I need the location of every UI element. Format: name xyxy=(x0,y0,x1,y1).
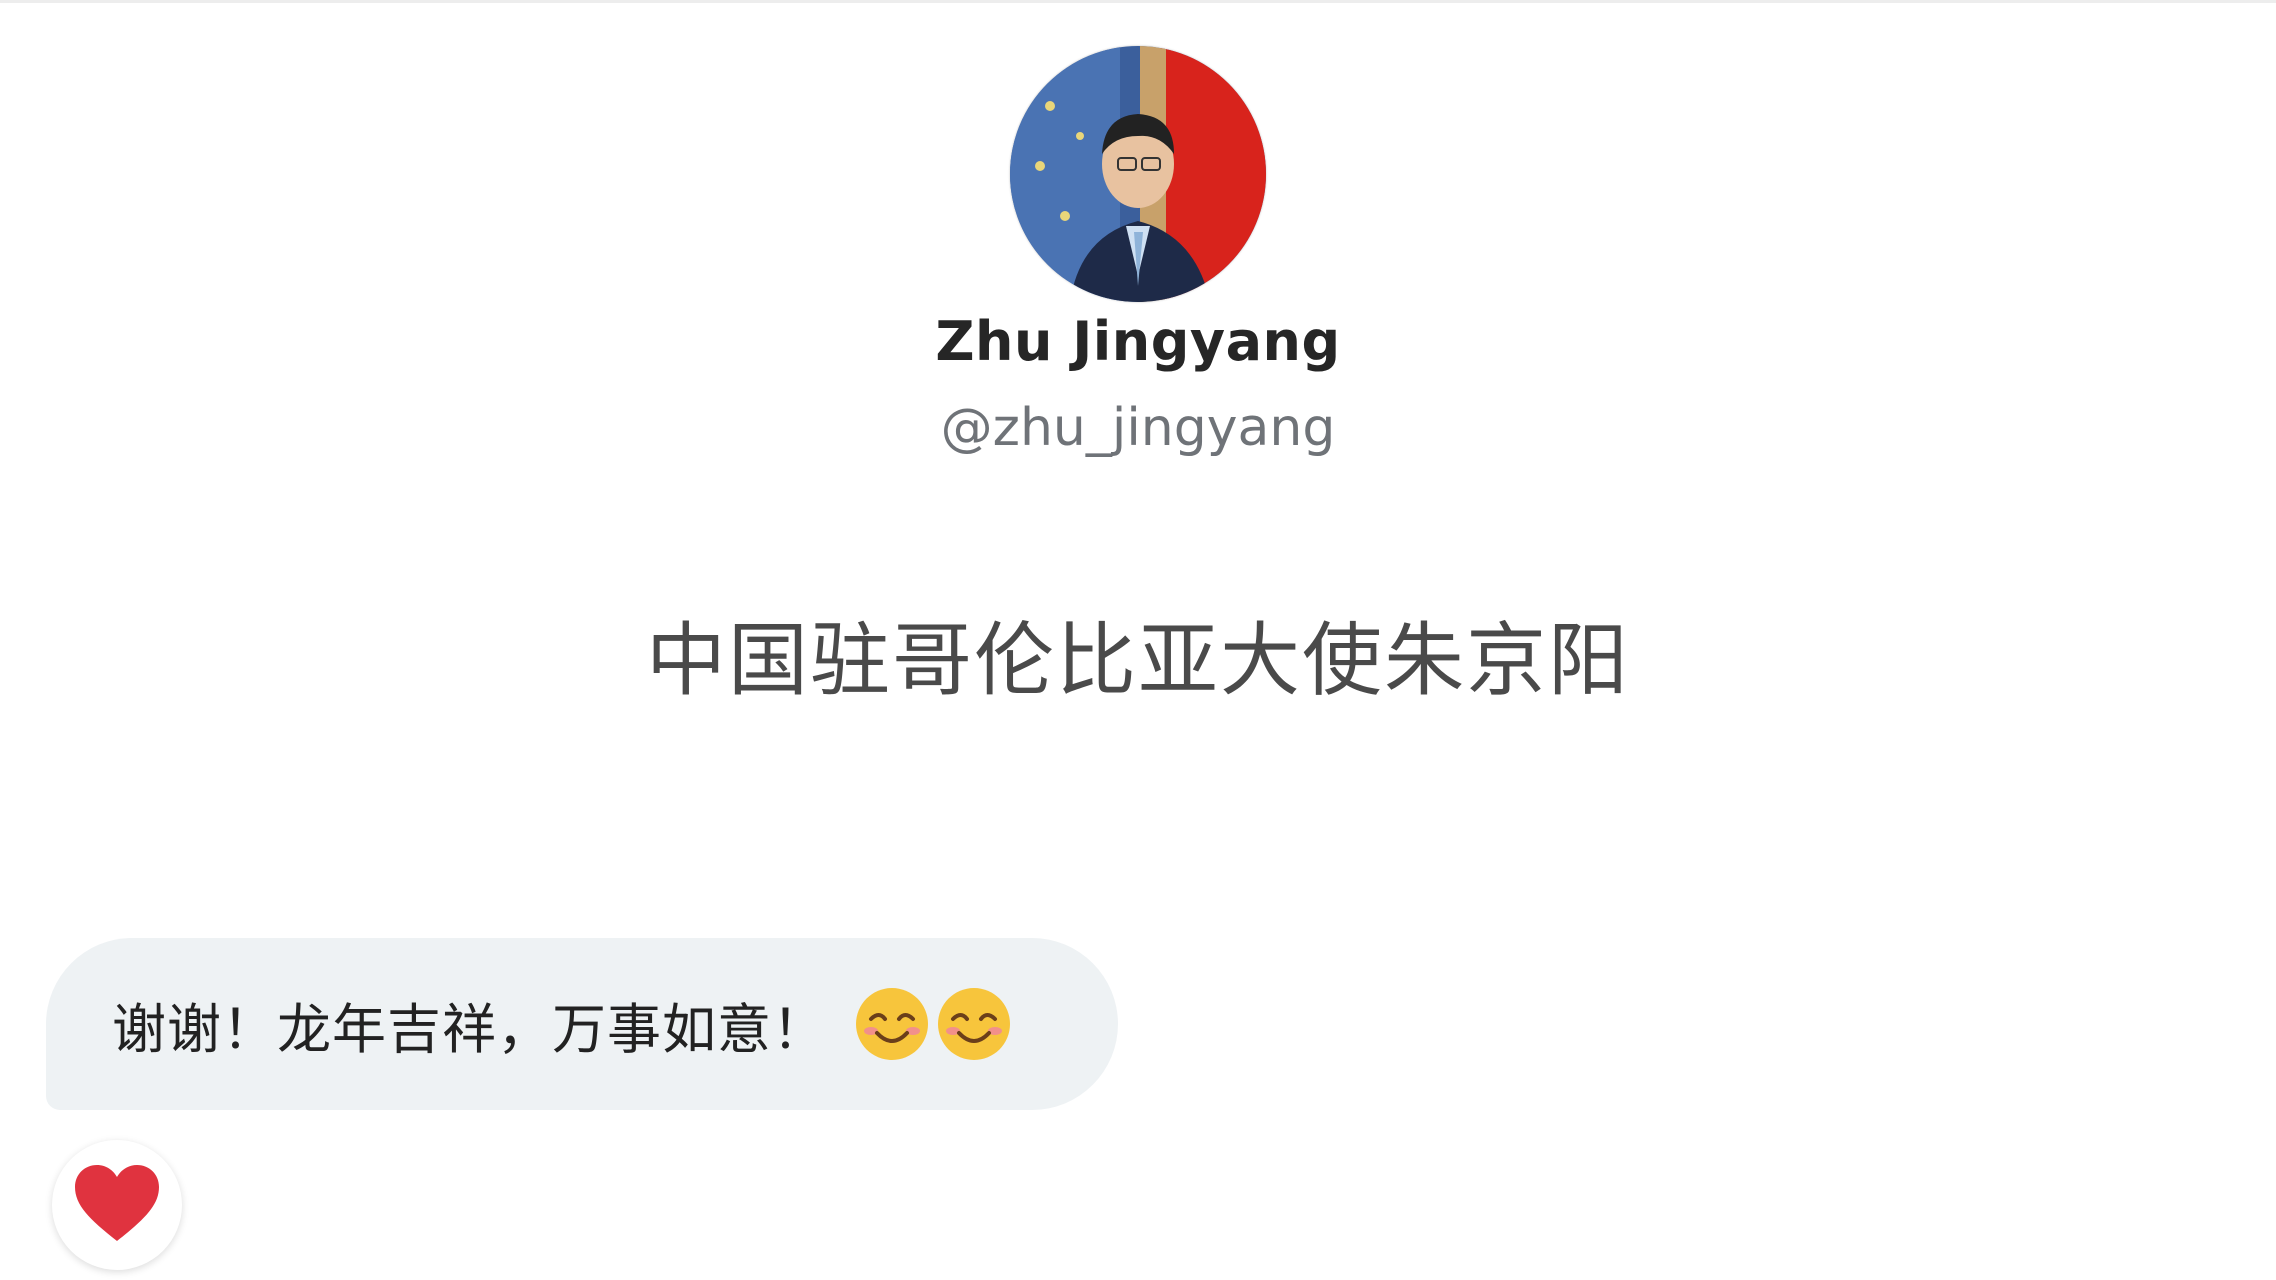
smiling-face-icon xyxy=(935,985,1013,1063)
avatar-photo xyxy=(1010,46,1266,302)
smiling-face-icon xyxy=(853,985,931,1063)
profile-bio: 中国驻哥伦比亚大使朱京阳 xyxy=(646,614,1630,707)
message-bubble[interactable]: 谢谢！龙年吉祥，万事如意！ xyxy=(46,938,1118,1110)
profile-avatar[interactable] xyxy=(1010,46,1266,302)
message-text: 谢谢！龙年吉祥，万事如意！ xyxy=(112,997,827,1061)
heart-icon xyxy=(75,1165,159,1241)
heart-reaction-badge[interactable] xyxy=(52,1140,182,1270)
top-divider xyxy=(0,0,2276,3)
profile-display-name[interactable]: Zhu Jingyang xyxy=(0,310,2276,373)
profile-handle[interactable]: @zhu_jingyang xyxy=(0,398,2276,458)
message-emojis xyxy=(849,985,1013,1063)
